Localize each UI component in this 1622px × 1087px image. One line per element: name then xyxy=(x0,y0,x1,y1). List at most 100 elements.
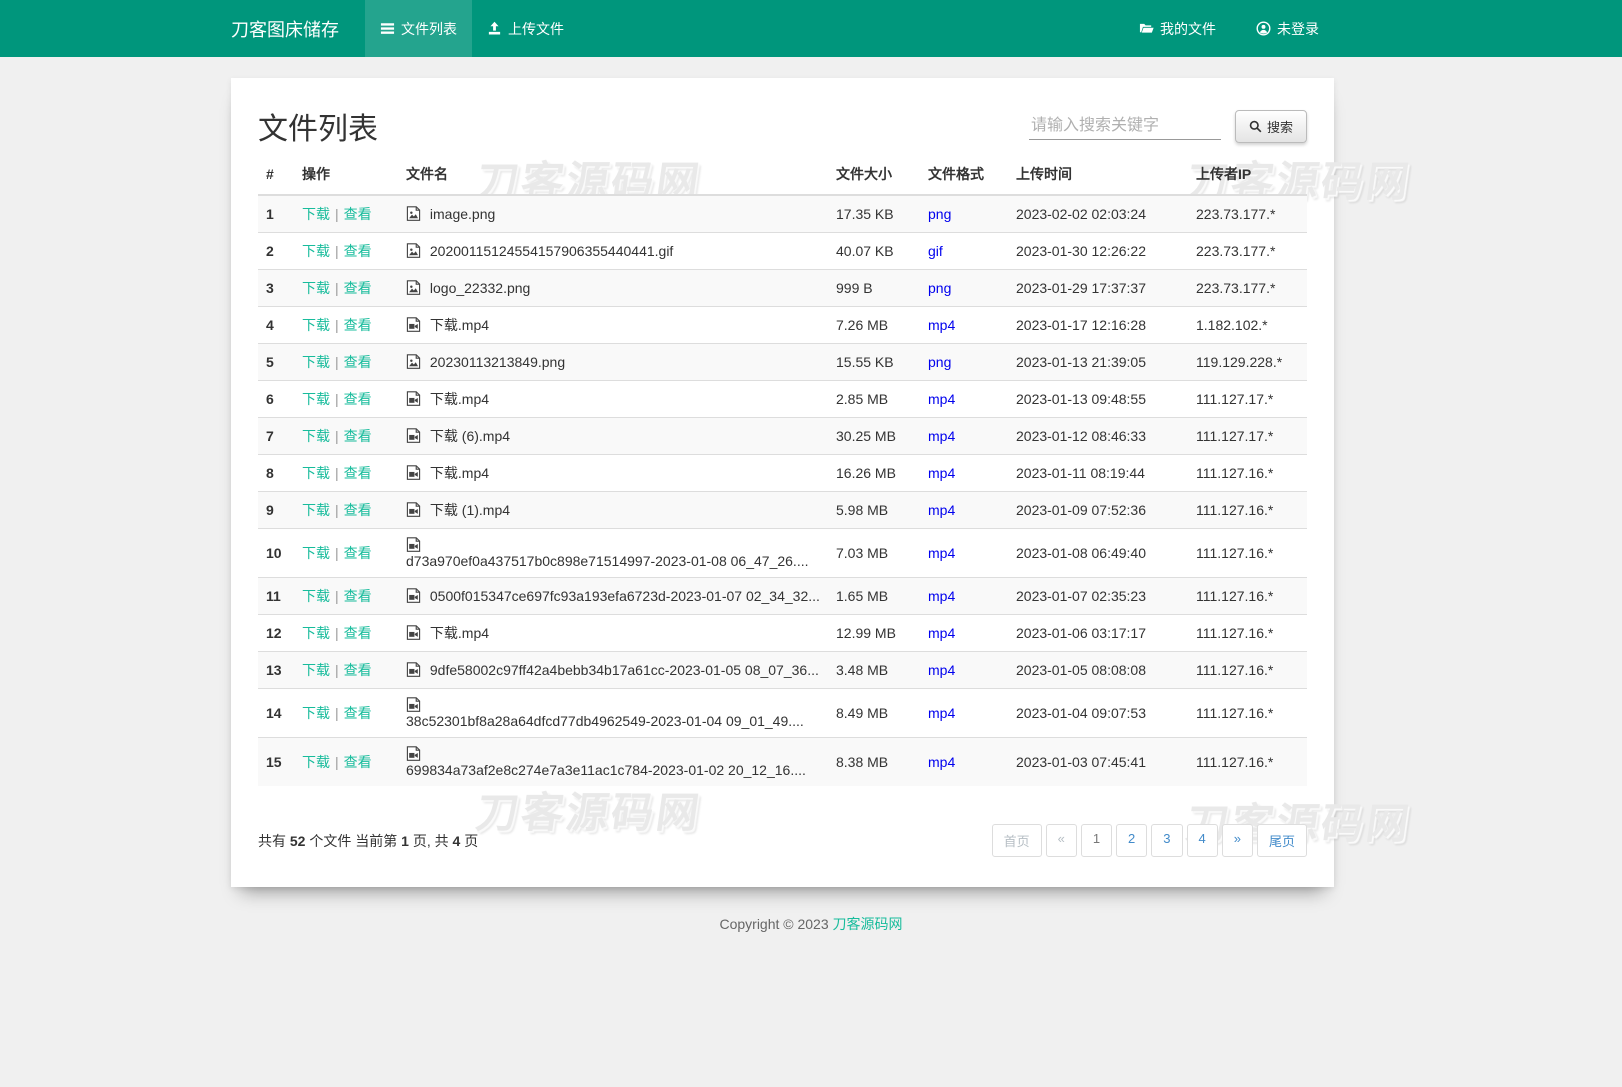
folder-open-icon xyxy=(1139,21,1154,36)
cell-index: 12 xyxy=(258,615,294,652)
format-link[interactable]: png xyxy=(928,280,951,296)
download-link[interactable]: 下载 xyxy=(302,545,330,561)
download-link[interactable]: 下载 xyxy=(302,354,330,370)
nav-upload[interactable]: 上传文件 xyxy=(472,0,579,57)
file-name: 699834a73af2e8c274e7a3e11ac1c784-2023-01… xyxy=(406,762,806,778)
download-link[interactable]: 下载 xyxy=(302,705,330,721)
cell-filename: 下载.mp4 xyxy=(398,615,828,652)
view-link[interactable]: 查看 xyxy=(344,545,372,561)
nav-login-label: 未登录 xyxy=(1277,19,1319,39)
file-name: 20230113213849.png xyxy=(430,354,565,370)
search-button[interactable]: 搜索 xyxy=(1235,110,1307,143)
format-link[interactable]: mp4 xyxy=(928,465,955,481)
pagination-page-3[interactable]: 3 xyxy=(1151,824,1182,857)
nav-upload-label: 上传文件 xyxy=(508,19,564,39)
view-link[interactable]: 查看 xyxy=(344,428,372,444)
view-link[interactable]: 查看 xyxy=(344,754,372,770)
cell-ip: 111.127.16.* xyxy=(1188,738,1307,787)
format-link[interactable]: png xyxy=(928,206,951,222)
view-link[interactable]: 查看 xyxy=(344,625,372,641)
action-separator: | xyxy=(335,465,339,481)
cell-index: 10 xyxy=(258,529,294,578)
format-link[interactable]: gif xyxy=(928,243,943,259)
cell-format: png xyxy=(920,344,1008,381)
format-link[interactable]: mp4 xyxy=(928,625,955,641)
file-name: 下载 (6).mp4 xyxy=(430,428,510,444)
cell-actions: 下载|查看 xyxy=(294,344,398,381)
action-separator: | xyxy=(335,754,339,770)
nav-my-files-label: 我的文件 xyxy=(1160,19,1216,39)
cell-ip: 223.73.177.* xyxy=(1188,233,1307,270)
cell-index: 4 xyxy=(258,307,294,344)
cell-size: 7.26 MB xyxy=(828,307,920,344)
format-link[interactable]: mp4 xyxy=(928,588,955,604)
download-link[interactable]: 下载 xyxy=(302,391,330,407)
video-file-icon xyxy=(406,697,421,712)
view-link[interactable]: 查看 xyxy=(344,465,372,481)
pagination-last-button[interactable]: 尾页 xyxy=(1257,824,1307,857)
view-link[interactable]: 查看 xyxy=(344,280,372,296)
format-link[interactable]: mp4 xyxy=(928,545,955,561)
view-link[interactable]: 查看 xyxy=(344,502,372,518)
image-file-icon xyxy=(406,243,421,258)
site-link[interactable]: 刀客源码网 xyxy=(833,916,903,932)
view-link[interactable]: 查看 xyxy=(344,662,372,678)
download-link[interactable]: 下载 xyxy=(302,625,330,641)
cell-index: 13 xyxy=(258,652,294,689)
image-file-icon xyxy=(406,280,421,295)
cell-time: 2023-01-29 17:37:37 xyxy=(1008,270,1188,307)
cell-actions: 下载 | 查看 xyxy=(294,455,398,492)
pagination-next-button[interactable]: » xyxy=(1222,824,1253,857)
cell-filename: 0500f015347ce697fc93a193efa6723d-2023-01… xyxy=(398,578,828,615)
download-link[interactable]: 下载 xyxy=(302,280,330,296)
download-link[interactable]: 下载 xyxy=(302,754,330,770)
cell-ip: 111.127.17.* xyxy=(1188,418,1307,455)
file-name: logo_22332.png xyxy=(430,280,530,296)
pagination-page-4[interactable]: 4 xyxy=(1187,824,1218,857)
format-link[interactable]: png xyxy=(928,354,951,370)
format-link[interactable]: mp4 xyxy=(928,662,955,678)
action-separator: | xyxy=(335,391,339,407)
view-link[interactable]: 查看 xyxy=(344,391,372,407)
download-link[interactable]: 下载 xyxy=(302,588,330,604)
video-file-icon xyxy=(406,391,421,406)
download-link[interactable]: 下载 xyxy=(302,206,330,222)
format-link[interactable]: mp4 xyxy=(928,705,955,721)
action-separator: | xyxy=(335,588,339,604)
cell-actions: 下载|查看 xyxy=(294,418,398,455)
format-link[interactable]: mp4 xyxy=(928,317,955,333)
cell-size: 1.65 MB xyxy=(828,578,920,615)
view-link[interactable]: 查看 xyxy=(344,317,372,333)
file-name: 下载 (1).mp4 xyxy=(430,502,510,518)
download-link[interactable]: 下载 xyxy=(302,502,330,518)
view-link[interactable]: 查看 xyxy=(344,243,372,259)
format-link[interactable]: mp4 xyxy=(928,391,955,407)
download-link[interactable]: 下载 xyxy=(302,662,330,678)
nav-login-status[interactable]: 未登录 xyxy=(1241,0,1334,57)
cell-format: mp4 xyxy=(920,689,1008,738)
download-link[interactable]: 下载 xyxy=(302,465,330,481)
cell-index: 7 xyxy=(258,418,294,455)
brand[interactable]: 刀客图床储存 xyxy=(231,0,365,57)
search-input[interactable] xyxy=(1029,113,1221,140)
format-link[interactable]: mp4 xyxy=(928,428,955,444)
download-link[interactable]: 下载 xyxy=(302,428,330,444)
view-link[interactable]: 查看 xyxy=(344,705,372,721)
format-link[interactable]: mp4 xyxy=(928,754,955,770)
table-row: 5 下载|查看 20230113213849.png 15.55 KB png … xyxy=(258,344,1307,381)
video-file-icon xyxy=(406,662,421,677)
pagination-page-2[interactable]: 2 xyxy=(1116,824,1147,857)
column-header: 上传者IP xyxy=(1188,154,1307,195)
view-link[interactable]: 查看 xyxy=(344,206,372,222)
format-link[interactable]: mp4 xyxy=(928,502,955,518)
cell-format: png xyxy=(920,195,1008,233)
cell-filename: 20200115124554157906355440441.gif xyxy=(398,233,828,270)
download-link[interactable]: 下载 xyxy=(302,243,330,259)
download-link[interactable]: 下载 xyxy=(302,317,330,333)
nav-my-files[interactable]: 我的文件 xyxy=(1124,0,1231,57)
view-link[interactable]: 查看 xyxy=(344,588,372,604)
image-file-icon xyxy=(406,206,421,221)
view-link[interactable]: 查看 xyxy=(344,354,372,370)
nav-file-list[interactable]: 文件列表 xyxy=(365,0,472,57)
cell-size: 15.55 KB xyxy=(828,344,920,381)
